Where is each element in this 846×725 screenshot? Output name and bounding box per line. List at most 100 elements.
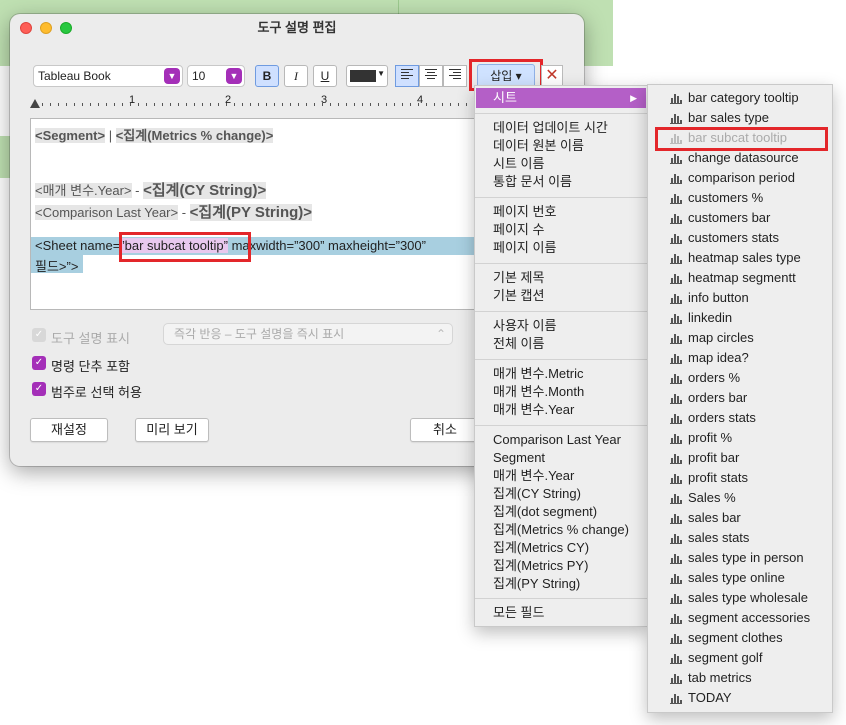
insert-menu-item[interactable]: 사용자 이름	[493, 317, 556, 335]
insert-menu-item[interactable]: 데이터 원본 이름	[493, 137, 584, 155]
ruler-tick	[162, 103, 163, 106]
ruler-tick	[154, 103, 155, 106]
insert-menu-item[interactable]: 데이터 업데이트 시간	[493, 119, 608, 137]
sheet-menu-item[interactable]: sales type in person	[648, 548, 832, 568]
clear-icon[interactable]: ✕	[541, 65, 563, 87]
bar-chart-icon	[670, 653, 682, 664]
insert-menu-item[interactable]: 매개 변수.Month	[493, 383, 584, 401]
minimize-window-button[interactable]	[40, 22, 52, 34]
field-token: <매개 변수.Year>	[35, 183, 132, 198]
sheet-menu-item[interactable]: segment accessories	[648, 608, 832, 628]
sheet-name-label: segment golf	[688, 650, 763, 665]
sheet-menu-item[interactable]: segment clothes	[648, 628, 832, 648]
tooltip-mode-select[interactable]: 즉각 반응 – 도구 설명을 즉시 표시 ⌃	[163, 323, 453, 345]
sheet-menu-item[interactable]: customers %	[648, 188, 832, 208]
sheet-menu-item[interactable]: orders %	[648, 368, 832, 388]
insert-menu-item[interactable]: 기본 제목	[493, 269, 544, 287]
sheet-menu-item[interactable]: segment golf	[648, 648, 832, 668]
sheet-menu-item[interactable]: heatmap sales type	[648, 248, 832, 268]
sheet-menu-item[interactable]: map idea?	[648, 348, 832, 368]
sheet-menu-item[interactable]: change datasource	[648, 148, 832, 168]
ruler-tick	[370, 103, 371, 106]
sheet-menu-item[interactable]: Sales %	[648, 488, 832, 508]
close-window-button[interactable]	[20, 22, 32, 34]
align-center-button[interactable]	[419, 65, 443, 87]
sheet-menu-item[interactable]: sales bar	[648, 508, 832, 528]
insert-menu-item[interactable]: 페이지 이름	[493, 239, 556, 257]
font-size-value: 10	[192, 69, 206, 83]
insert-menu-item[interactable]: 시트 이름	[493, 155, 544, 173]
chevron-right-icon: ▶	[630, 93, 637, 103]
insert-menu-item[interactable]: 모든 필드	[493, 604, 544, 622]
italic-button[interactable]: I	[284, 65, 308, 87]
sheet-menu-item[interactable]: profit stats	[648, 468, 832, 488]
insert-menu-item[interactable]: 매개 변수.Year	[493, 401, 574, 419]
bar-chart-icon	[670, 573, 682, 584]
sheet-menu-item[interactable]: bar category tooltip	[648, 88, 832, 108]
sheet-menu-item[interactable]: heatmap segmentt	[648, 268, 832, 288]
sheet-menu-item[interactable]: comparison period	[648, 168, 832, 188]
insert-menu-item[interactable]: 통합 문서 이름	[493, 173, 572, 191]
reset-button[interactable]: 재설정	[30, 418, 108, 442]
insert-menu-item[interactable]: Comparison Last Year	[493, 431, 621, 449]
align-center-icon	[425, 69, 437, 79]
insert-menu-item[interactable]: 기본 캡션	[493, 287, 544, 305]
insert-menu-item[interactable]: 전체 이름	[493, 335, 544, 353]
sheet-menu-item[interactable]: profit bar	[648, 448, 832, 468]
insert-menu-item[interactable]: Segment	[493, 449, 545, 467]
underline-button[interactable]: U	[313, 65, 337, 87]
ruler-tick	[242, 103, 243, 106]
sheet-name-label: heatmap sales type	[688, 250, 801, 265]
sheet-menu-item[interactable]: orders bar	[648, 388, 832, 408]
bar-chart-icon	[670, 313, 682, 324]
bold-button[interactable]: B	[255, 65, 279, 87]
sheet-menu-item[interactable]: sales type wholesale	[648, 588, 832, 608]
indent-marker[interactable]	[30, 99, 40, 108]
ruler-tick	[234, 103, 235, 106]
font-family-select[interactable]: Tableau Book ▼	[33, 65, 183, 87]
ruler-number: 3	[321, 94, 328, 106]
sheet-menu-item[interactable]: TODAY	[648, 688, 832, 708]
sheet-menu-item[interactable]: map circles	[648, 328, 832, 348]
sheet-menu-item[interactable]: tab metrics	[648, 668, 832, 688]
ruler[interactable]: 1 2 3 4	[30, 94, 483, 112]
sheet-menu-item[interactable]: info button	[648, 288, 832, 308]
sheet-name-label: change datasource	[688, 150, 799, 165]
sheet-menu-item[interactable]: linkedin	[648, 308, 832, 328]
font-size-select[interactable]: 10 ▼	[187, 65, 245, 87]
maximize-window-button[interactable]	[60, 22, 72, 34]
checkmark-icon: ✓	[32, 328, 46, 342]
bar-chart-icon	[670, 453, 682, 464]
sheet-menu-item[interactable]: sales stats	[648, 528, 832, 548]
background-divider	[398, 0, 399, 14]
cancel-button[interactable]: 취소	[410, 418, 480, 442]
sheet-menu-item[interactable]: profit %	[648, 428, 832, 448]
ruler-tick	[394, 103, 395, 106]
preview-button[interactable]: 미리 보기	[135, 418, 209, 442]
tooltip-text-editor[interactable]: <Segment> | <집계(Metrics % change)> <매개 변…	[30, 118, 486, 310]
sheet-menu-item[interactable]: sales type online	[648, 568, 832, 588]
insert-menu-item[interactable]: 페이지 수	[493, 221, 544, 239]
sheet-menu-item[interactable]: customers bar	[648, 208, 832, 228]
insert-menu-item[interactable]: 집계(Metrics CY)	[493, 539, 589, 557]
insert-menu-item[interactable]: 페이지 번호	[493, 203, 556, 221]
ruler-tick	[74, 103, 75, 106]
insert-menu-item[interactable]: 집계(Metrics % change)	[493, 521, 629, 539]
insert-menu-item[interactable]: 매개 변수.Metric	[493, 365, 583, 383]
insert-menu-item[interactable]: 집계(CY String)	[493, 485, 581, 503]
align-left-button[interactable]	[395, 65, 419, 87]
ruler-tick	[378, 103, 379, 106]
align-left-icon	[401, 69, 413, 79]
sheet-menu-item[interactable]: customers stats	[648, 228, 832, 248]
sheet-menu-item[interactable]: orders stats	[648, 408, 832, 428]
ruler-tick	[218, 103, 219, 106]
ruler-tick	[346, 103, 347, 106]
insert-menu-item[interactable]: 집계(Metrics PY)	[493, 557, 588, 575]
align-right-button[interactable]	[443, 65, 467, 87]
sheet-menu-item[interactable]: bar sales type	[648, 108, 832, 128]
insert-menu-item[interactable]: 집계(dot segment)	[493, 503, 597, 521]
insert-menu-item[interactable]: 집계(PY String)	[493, 575, 580, 593]
text-color-picker[interactable]: ▼	[346, 65, 388, 87]
bar-chart-icon	[670, 293, 682, 304]
insert-menu-item[interactable]: 매개 변수.Year	[493, 467, 574, 485]
